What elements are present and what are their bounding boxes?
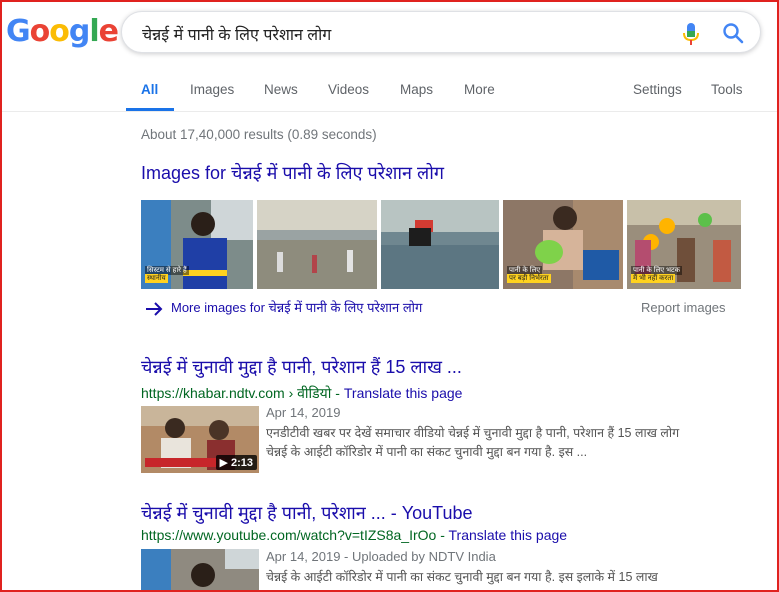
thumbnail-caption: स्थानीय bbox=[145, 274, 168, 283]
result-url: https://khabar.ndtv.com › वीडियो - Trans… bbox=[141, 384, 462, 403]
report-images-link[interactable]: Report images bbox=[641, 300, 726, 315]
thumbnail-caption: मैं भी नहीं करता bbox=[631, 274, 676, 283]
result-url-text[interactable]: https://www.youtube.com/watch?v=tIZS8a_I… bbox=[141, 527, 449, 543]
video-thumbnail-image bbox=[141, 549, 259, 592]
tab-all[interactable]: All bbox=[141, 82, 158, 97]
tab-settings[interactable]: Settings bbox=[633, 82, 682, 97]
tab-maps[interactable]: Maps bbox=[400, 82, 433, 97]
logo-letter-g2: g bbox=[68, 14, 91, 49]
result-date: Apr 14, 2019 - Uploaded by NDTV India bbox=[266, 549, 496, 564]
google-logo[interactable]: Google bbox=[6, 14, 119, 49]
microphone-icon[interactable] bbox=[682, 22, 700, 46]
result-snippet-line: एनडीटीवी खबर पर देखें समाचार वीडियो चेन्… bbox=[266, 426, 680, 440]
video-thumbnail[interactable] bbox=[141, 549, 259, 592]
result-snippet: एनडीटीवी खबर पर देखें समाचार वीडियो चेन्… bbox=[266, 424, 756, 462]
tab-tools[interactable]: Tools bbox=[711, 82, 743, 97]
result-url: https://www.youtube.com/watch?v=tIZS8a_I… bbox=[141, 527, 567, 543]
result-snippet-line: चेन्नई के आईटी कॉरिडोर में पानी का संकट … bbox=[266, 570, 658, 584]
logo-letter-o2: o bbox=[49, 14, 70, 49]
image-thumbnail[interactable] bbox=[381, 200, 499, 289]
images-heading-link[interactable]: Images for चेन्नई में पानी के लिए परेशान… bbox=[141, 161, 444, 185]
tab-more[interactable]: More bbox=[464, 82, 495, 97]
thumbnail-caption: पर बड़ी निर्भरता bbox=[507, 274, 551, 283]
search-tabs: All Images News Videos Maps More Setting… bbox=[0, 74, 779, 112]
result-date: Apr 14, 2019 bbox=[266, 405, 341, 420]
active-tab-indicator bbox=[126, 108, 174, 111]
result-title-link[interactable]: चेन्नई में चुनावी मुद्दा है पानी, परेशान… bbox=[141, 501, 473, 525]
arrow-right-icon bbox=[146, 301, 163, 316]
image-thumbnail[interactable]: पानी के लिए पर बड़ी निर्भरता bbox=[503, 200, 623, 289]
video-duration: ▶ 2:13 bbox=[216, 455, 257, 470]
video-thumbnail[interactable]: ▶ 2:13 bbox=[141, 406, 259, 473]
translate-link[interactable]: Translate this page bbox=[344, 385, 463, 401]
logo-letter-o1: o bbox=[29, 14, 51, 49]
search-box[interactable]: चेन्नई में पानी के लिए परेशान लोग bbox=[121, 11, 761, 53]
search-input[interactable]: चेन्नई में पानी के लिए परेशान लोग bbox=[142, 23, 331, 45]
result-url-text[interactable]: https://khabar.ndtv.com › वीडियो - bbox=[141, 385, 344, 401]
more-images-link[interactable]: More images for चेन्नई में पानी के लिए प… bbox=[145, 298, 422, 316]
image-thumbnail[interactable]: पानी के लिए भटक मैं भी नहीं करता bbox=[627, 200, 741, 289]
search-icon[interactable] bbox=[722, 22, 744, 44]
tab-videos[interactable]: Videos bbox=[328, 82, 369, 97]
thumbnail-image bbox=[381, 200, 499, 289]
translate-link[interactable]: Translate this page bbox=[449, 527, 568, 543]
image-thumbnail[interactable] bbox=[257, 200, 377, 289]
tab-news[interactable]: News bbox=[264, 82, 298, 97]
result-snippet: चेन्नई के आईटी कॉरिडोर में पानी का संकट … bbox=[266, 568, 756, 587]
logo-letter-e: e bbox=[98, 14, 119, 49]
image-thumbnail[interactable]: सिस्टम से हारे हैं स्थानीय bbox=[141, 200, 253, 289]
result-title-link[interactable]: चेन्नई में चुनावी मुद्दा है पानी, परेशान… bbox=[141, 355, 462, 379]
logo-letter-g: G bbox=[6, 14, 31, 49]
logo-letter-l: l bbox=[89, 14, 99, 49]
result-stats: About 17,40,000 results (0.89 seconds) bbox=[141, 127, 377, 142]
thumbnail-image bbox=[257, 200, 377, 289]
tab-images[interactable]: Images bbox=[190, 82, 234, 97]
result-snippet-line: चेन्नई के आईटी कॉरिडोर में पानी का संकट … bbox=[266, 445, 588, 459]
more-images-label: More images for चेन्नई में पानी के लिए प… bbox=[171, 300, 423, 315]
